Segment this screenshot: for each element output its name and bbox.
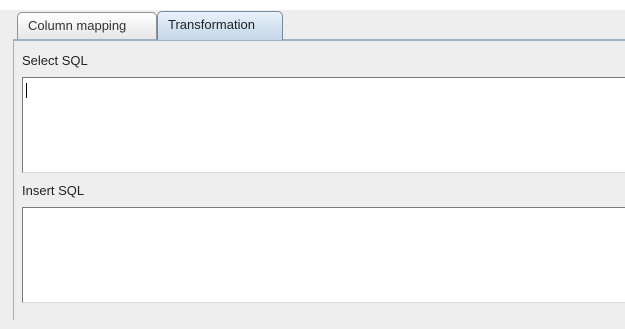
- tab-transformation[interactable]: Transformation: [157, 11, 283, 40]
- tab-column-mapping-label: Column mapping: [28, 18, 127, 33]
- content-border: [13, 40, 14, 320]
- tab-transformation-label: Transformation: [168, 17, 255, 32]
- tab-column-mapping[interactable]: Column mapping: [17, 12, 157, 39]
- insert-sql-textarea[interactable]: [22, 207, 625, 303]
- tab-strip-divider: [13, 39, 625, 41]
- insert-sql-label: Insert SQL: [22, 183, 85, 198]
- select-sql-textarea[interactable]: [22, 77, 625, 173]
- select-sql-label: Select SQL: [22, 53, 88, 68]
- text-caret: [26, 83, 27, 98]
- transformation-window: Column mapping Transformation Select SQL…: [0, 0, 625, 329]
